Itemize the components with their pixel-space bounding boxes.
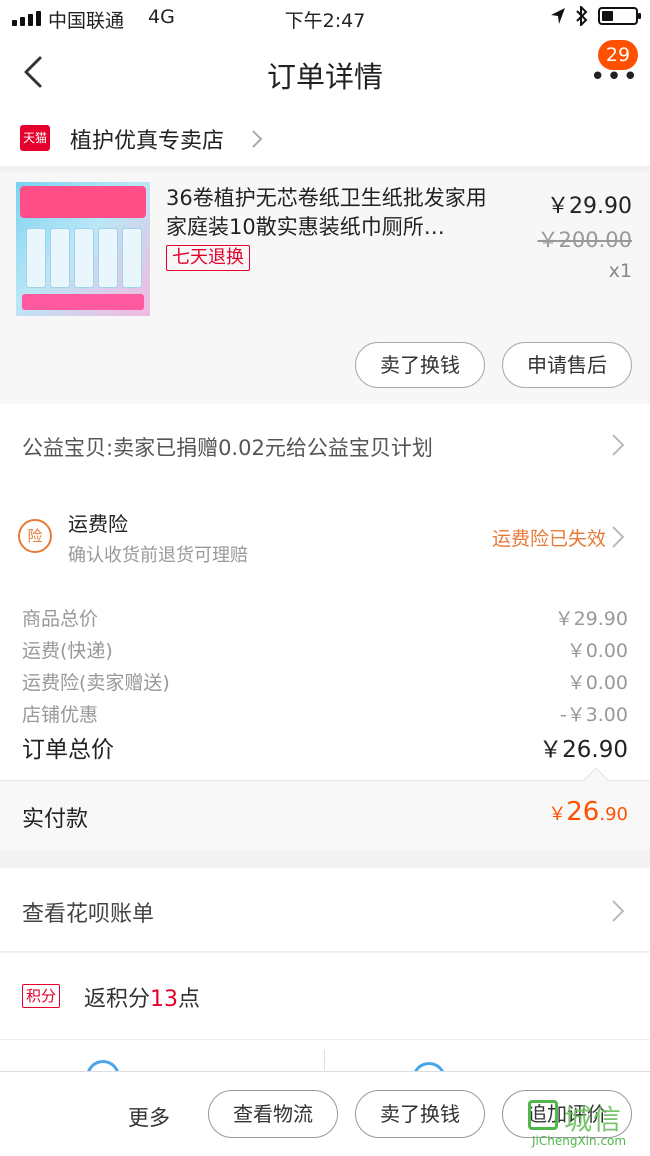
thumbnail-roll [122, 228, 142, 288]
summary-label: 运费险(卖家赠送) [22, 672, 170, 694]
chevron-right-icon [252, 130, 263, 148]
location-icon [551, 8, 565, 24]
summary-label: 运费(快递) [22, 640, 113, 662]
thumbnail-roll [98, 228, 118, 288]
paid-label: 实付款 [22, 807, 89, 832]
summary-row: 商品总价 ￥29.90 [22, 604, 628, 634]
thumbnail-tag [22, 294, 144, 310]
thumbnail-roll [26, 228, 46, 288]
insurance-status: 运费险已失效 [491, 528, 606, 550]
insurance-subtitle: 确认收货前退货可理赔 [68, 545, 248, 566]
product-price: ￥29.90 [547, 194, 632, 219]
order-total-label: 订单总价 [22, 737, 114, 763]
thumbnail-roll [50, 228, 70, 288]
thumbnail-banner [20, 186, 146, 218]
view-logistics-button[interactable]: 查看物流 [208, 1090, 338, 1138]
paid-currency: ￥ [548, 804, 567, 825]
watermark-logo: 城信 JiChengXin.com [528, 1098, 646, 1150]
chevron-right-icon [612, 526, 625, 548]
summary-row: 运费(快递) ￥0.00 [22, 636, 628, 666]
divider [324, 1050, 325, 1070]
more-dots-icon: ••• [590, 62, 640, 92]
points-row: 积分 返积分13点 [0, 953, 650, 1039]
after-sales-button[interactable]: 申请售后 [502, 342, 632, 388]
paid-amount-dec: .90 [599, 804, 628, 825]
paid-amount: ￥26.90 [548, 797, 628, 827]
summary-value: ￥0.00 [566, 640, 628, 662]
thumbnail-roll [74, 228, 94, 288]
charity-row[interactable]: 公益宝贝:卖家已捐赠0.02元给公益宝贝计划 [0, 404, 650, 486]
nav-bar: 订单详情 ••• 29 [0, 36, 650, 110]
summary-label: 店铺优惠 [22, 704, 99, 726]
summary-value: -￥3.00 [559, 704, 628, 726]
status-bar: 中国联通 4G 下午2:47 [0, 0, 650, 36]
price-summary: 商品总价 ￥29.90 运费(快递) ￥0.00 运费险(卖家赠送) ￥0.00… [0, 590, 650, 780]
shipping-insurance-row[interactable]: 险 运费险 确认收货前退货可理赔 运费险已失效 [0, 486, 650, 590]
points-tag: 积分 [22, 984, 61, 1008]
sell-exchange-button[interactable]: 卖了换钱 [355, 342, 485, 388]
points-value: 13 [150, 987, 179, 1012]
more-button[interactable]: ••• 29 [588, 40, 638, 96]
more-link[interactable]: 更多 [128, 1102, 170, 1132]
notification-badge: 29 [598, 40, 638, 70]
page-title: 订单详情 [266, 60, 383, 94]
chevron-right-icon [612, 900, 625, 922]
points-text: 返积分13点 [84, 981, 200, 1013]
product-thumbnail[interactable] [16, 182, 150, 316]
status-icons [550, 6, 641, 26]
battery-icon [598, 7, 641, 25]
product-title[interactable]: 36卷植护无芯卷纸卫生纸批发家用家庭装10散实惠装纸巾厕所… [166, 184, 506, 242]
order-total-value: ￥26.90 [539, 737, 628, 763]
sell-exchange-button[interactable]: 卖了换钱 [355, 1090, 485, 1138]
points-suffix: 点 [178, 987, 201, 1012]
summary-value: ￥0.00 [566, 672, 628, 694]
service-strip [0, 1039, 650, 1080]
paid-amount-int: 26 [566, 797, 600, 827]
shop-name: 植护优真专卖店 [70, 129, 225, 154]
return-badge: 七天退换 [166, 245, 250, 271]
bluetooth-icon [576, 6, 588, 26]
huabei-text: 查看花呗账单 [22, 902, 155, 927]
watermark-icon [528, 1100, 558, 1130]
product-card: 36卷植护无芯卷纸卫生纸批发家用家庭装10散实惠装纸巾厕所… 七天退换 ￥29.… [0, 172, 650, 404]
tmall-icon: 天猫 [20, 125, 50, 151]
paid-amount-row: 实付款 ￥26.90 [0, 767, 650, 850]
watermark-en: JiChengXin.com [532, 1134, 627, 1148]
insurance-icon: 险 [18, 519, 52, 553]
charity-text: 公益宝贝:卖家已捐赠0.02元给公益宝贝计划 [22, 436, 433, 460]
summary-row: 运费险(卖家赠送) ￥0.00 [22, 668, 628, 698]
product-quantity: x1 [608, 260, 632, 282]
original-price: ￥200.00 [537, 228, 632, 252]
insurance-title: 运费险 [68, 512, 128, 536]
shop-row[interactable]: 天猫 植护优真专卖店 [0, 110, 650, 166]
bottom-action-bar: 更多 查看物流 卖了换钱 追加评价 城信 JiChengXin.com [0, 1071, 650, 1156]
summary-label: 商品总价 [22, 608, 99, 630]
summary-row: 店铺优惠 -￥3.00 [22, 700, 628, 730]
chevron-right-icon [612, 434, 625, 456]
points-prefix: 返积分 [84, 987, 151, 1012]
huabei-bill-row[interactable]: 查看花呗账单 [0, 868, 650, 952]
summary-value: ￥29.90 [554, 608, 628, 630]
watermark-cn: 城信 [564, 1103, 623, 1136]
